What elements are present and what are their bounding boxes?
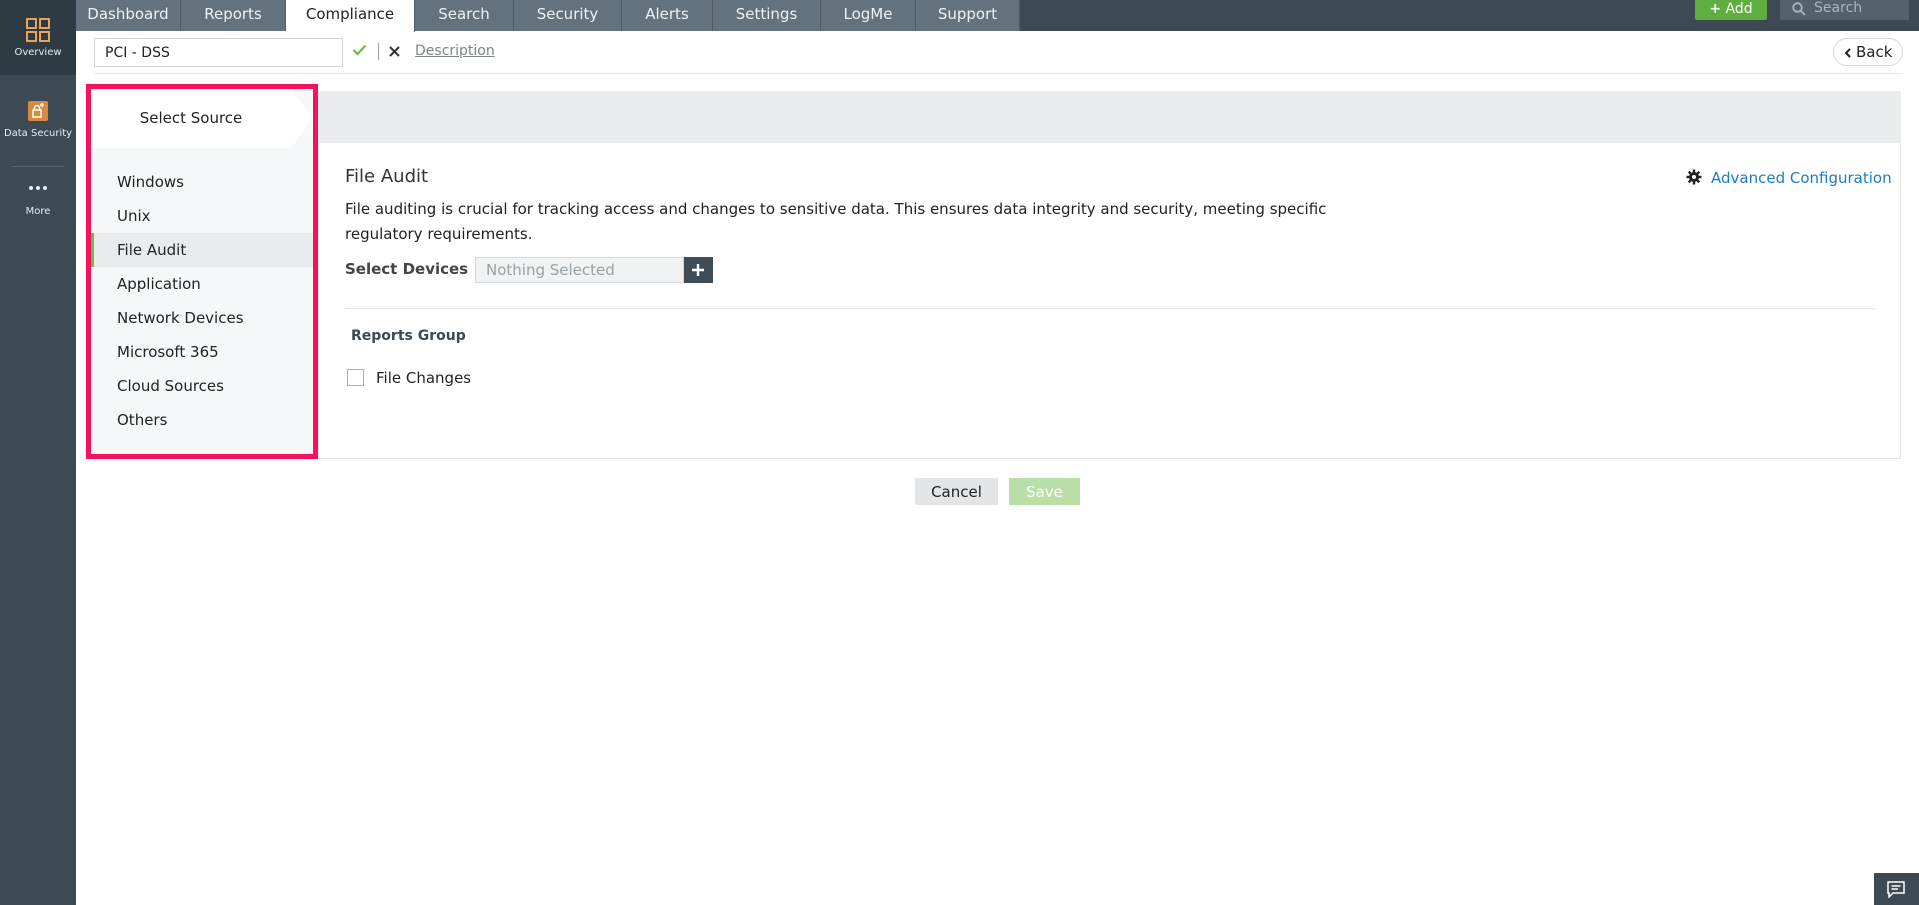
source-item-network-devices[interactable]: Network Devices xyxy=(91,301,313,335)
source-item-file-audit[interactable]: File Audit xyxy=(91,233,313,267)
source-item-unix[interactable]: Unix xyxy=(91,199,313,233)
cancel-button[interactable]: Cancel xyxy=(915,478,998,505)
tab-compliance[interactable]: Compliance xyxy=(286,0,415,32)
top-nav: Dashboard Reports Compliance Search Secu… xyxy=(76,0,1919,32)
add-button[interactable]: + Add xyxy=(1695,0,1767,20)
select-source-heading: Select Source xyxy=(91,89,291,148)
section-description: File auditing is crucial for tracking ac… xyxy=(345,200,1327,243)
plus-icon: + xyxy=(1709,1,1722,17)
select-source-panel: Select Source Windows Unix File Audit Ap… xyxy=(86,84,318,459)
file-changes-label[interactable]: File Changes xyxy=(376,369,471,387)
main-panel-header xyxy=(318,91,1901,143)
heading-arrow xyxy=(291,89,313,148)
source-item-application[interactable]: Application xyxy=(91,267,313,301)
file-changes-checkbox[interactable] xyxy=(347,369,364,386)
checkmark-icon[interactable] xyxy=(352,44,367,56)
search-placeholder: Search xyxy=(1814,0,1863,16)
source-item-microsoft-365[interactable]: Microsoft 365 xyxy=(91,335,313,369)
back-label: Back xyxy=(1856,43,1893,61)
select-devices-label: Select Devices xyxy=(345,260,469,278)
search-icon xyxy=(1792,2,1806,16)
tab-alerts[interactable]: Alerts xyxy=(622,0,713,31)
more-dots-icon xyxy=(29,186,47,190)
add-label: Add xyxy=(1725,1,1753,17)
rail-label-more: More xyxy=(25,206,51,217)
grid-icon xyxy=(26,18,50,42)
rail-label-overview: Overview xyxy=(14,47,62,58)
source-item-cloud-sources[interactable]: Cloud Sources xyxy=(91,369,313,403)
source-list: Windows Unix File Audit Application Netw… xyxy=(91,165,313,437)
advanced-configuration-label: Advanced Configuration xyxy=(1711,169,1892,187)
back-button[interactable]: Back xyxy=(1833,38,1903,66)
main-panel-body xyxy=(318,143,1901,459)
tab-search[interactable]: Search xyxy=(415,0,514,31)
tab-dashboard[interactable]: Dashboard xyxy=(76,0,181,31)
data-security-icon xyxy=(28,101,48,121)
rail-item-overview[interactable]: Overview xyxy=(0,0,76,75)
reports-group-title: Reports Group xyxy=(351,328,466,344)
advanced-configuration-link[interactable]: Advanced Configuration xyxy=(1686,169,1892,187)
tab-support[interactable]: Support xyxy=(916,0,1020,31)
chevron-left-icon xyxy=(1844,48,1851,58)
left-rail: Overview Data Security More xyxy=(0,0,76,905)
tab-security[interactable]: Security xyxy=(514,0,622,31)
description-link[interactable]: Description xyxy=(415,43,495,59)
title-divider-line xyxy=(94,73,1902,74)
save-button[interactable]: Save xyxy=(1009,478,1080,505)
rail-divider xyxy=(12,166,64,167)
source-item-windows[interactable]: Windows xyxy=(91,165,313,199)
tab-logme[interactable]: LogMe xyxy=(821,0,916,31)
rail-item-more[interactable]: More xyxy=(0,184,76,230)
gear-icon xyxy=(1686,169,1702,185)
add-device-button[interactable] xyxy=(684,257,713,283)
rail-label-data-security: Data Security xyxy=(3,128,73,139)
global-search-input[interactable]: Search xyxy=(1780,0,1909,20)
tab-reports[interactable]: Reports xyxy=(181,0,286,31)
chat-button[interactable] xyxy=(1874,873,1919,905)
source-item-others[interactable]: Others xyxy=(91,403,313,437)
rail-item-data-security[interactable]: Data Security xyxy=(0,100,76,150)
section-title: File Audit xyxy=(345,166,429,187)
chat-icon xyxy=(1887,881,1905,898)
plus-icon xyxy=(692,264,704,276)
section-divider xyxy=(345,308,1876,309)
tab-settings[interactable]: Settings xyxy=(713,0,821,31)
close-icon[interactable] xyxy=(389,46,400,57)
devices-select-field[interactable]: Nothing Selected xyxy=(475,257,684,283)
title-divider xyxy=(378,43,379,60)
profile-name-input[interactable] xyxy=(94,38,343,67)
